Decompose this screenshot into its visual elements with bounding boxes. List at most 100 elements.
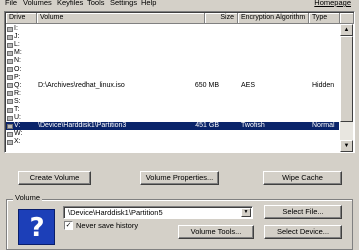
key-logo-icon: ? [18, 209, 55, 245]
drive-letter: Q: [14, 81, 22, 89]
table-row[interactable]: J: [6, 33, 339, 41]
drive-cell: Q: [6, 82, 21, 90]
vertical-scrollbar[interactable]: ▲ ▼ [340, 24, 353, 152]
drive-cell: T: [6, 106, 19, 114]
volume-tools-button[interactable]: Volume Tools... [178, 225, 254, 239]
select-device-button[interactable]: Select Device... [264, 225, 342, 239]
homepage-link[interactable]: Homepage [314, 0, 351, 8]
drive-letter: P: [14, 73, 21, 81]
menu-file[interactable]: File [5, 0, 17, 8]
drive-letter: L: [14, 41, 20, 49]
drive-letter: R: [14, 89, 21, 97]
drive-icon [7, 91, 13, 97]
scroll-thumb[interactable] [340, 36, 353, 122]
column-drive[interactable]: Drive [6, 13, 37, 24]
menu-settings[interactable]: Settings [110, 0, 137, 8]
drive-icon [7, 34, 13, 40]
volume-path-cell: D:\Archives\redhat_linux.iso [38, 81, 125, 89]
drive-letter: T: [14, 106, 20, 113]
table-row[interactable]: X: [6, 138, 339, 146]
drive-icon [7, 131, 13, 137]
table-row[interactable]: R: [6, 90, 339, 98]
table-row[interactable]: W: [6, 130, 339, 138]
drive-icon [7, 107, 13, 113]
volume-path-value: \Device\Harddisk1\Partition5 [68, 208, 163, 217]
drive-letter: O: [14, 65, 22, 73]
drive-letter: J: [14, 33, 20, 41]
table-row[interactable]: S: [6, 98, 339, 106]
drive-icon [7, 67, 13, 72]
column-type[interactable]: Type [309, 13, 340, 24]
table-row[interactable]: Q: D:\Archives\redhat_linux.iso 650 MB AES H… [6, 82, 339, 90]
column-encryption-algorithm[interactable]: Encryption Algorithm [238, 13, 309, 24]
drive-cell: L: [6, 41, 20, 49]
drive-letter: V: [14, 122, 21, 130]
drive-icon [7, 58, 13, 64]
menu-bar: File Volumes Keyfiles Tools Settings Hel… [0, 0, 359, 11]
table-row[interactable]: M: [6, 49, 339, 57]
logo-key-glyph: ? [29, 213, 45, 243]
drive-list[interactable]: Drive Volume Size Encryption Algorithm T… [4, 11, 355, 153]
drive-cell: X: [6, 138, 21, 146]
drive-letter: N: [14, 57, 21, 65]
drive-letter: M: [14, 49, 22, 57]
volume-path-cell: \Device\Harddisk1\Partition3 [38, 122, 127, 130]
drive-cell: V: [6, 122, 20, 130]
table-row[interactable]: P: [6, 74, 339, 82]
type-cell: Normal [312, 122, 335, 130]
drive-cell: O: [6, 66, 21, 74]
drive-icon [7, 50, 13, 56]
type-cell: Hidden [312, 81, 335, 89]
drive-icon [7, 83, 13, 89]
menu-tools[interactable]: Tools [87, 0, 105, 8]
drive-icon [7, 139, 13, 145]
table-row[interactable]: O: [6, 66, 339, 74]
drive-letter: I: [14, 25, 18, 32]
volume-properties-button[interactable]: Volume Properties... [140, 171, 219, 185]
wipe-cache-button[interactable]: Wipe Cache [263, 171, 342, 185]
drive-icon [7, 42, 13, 48]
scroll-down-icon[interactable]: ▼ [340, 140, 353, 152]
table-row[interactable]: T: [6, 106, 339, 114]
table-row[interactable]: V: \Device\Harddisk1\Partition3 451 GB Twof… [6, 122, 339, 131]
drive-letter: W: [14, 130, 23, 138]
algorithm-cell: AES [241, 81, 256, 89]
size-cell: 650 MB [194, 81, 219, 89]
column-size[interactable]: Size [205, 13, 238, 24]
menu-volumes[interactable]: Volumes [23, 0, 52, 8]
select-file-button[interactable]: Select File... [264, 205, 342, 219]
drive-icon [7, 115, 13, 121]
column-spacer [340, 13, 354, 24]
table-row[interactable]: U: [6, 114, 339, 122]
drive-icon [7, 99, 13, 105]
drive-icon [7, 26, 13, 32]
size-cell: 451 GB [195, 122, 219, 130]
volume-path-combo[interactable]: \Device\Harddisk1\Partition5 ▼ [63, 206, 253, 219]
drive-cell: J: [6, 33, 19, 41]
drive-cell: W: [6, 130, 22, 138]
create-volume-button[interactable]: Create Volume [18, 171, 91, 185]
chevron-down-icon[interactable]: ▼ [241, 208, 251, 217]
drive-icon [7, 123, 13, 129]
drive-cell: P: [6, 74, 21, 82]
drive-letter: S: [14, 97, 21, 105]
never-save-history-label: Never save history [76, 221, 139, 230]
scroll-up-icon[interactable]: ▲ [340, 24, 353, 36]
menu-keyfiles[interactable]: Keyfiles [57, 0, 83, 8]
drive-letter: U: [14, 114, 21, 122]
drive-cell: M: [6, 49, 22, 57]
drive-cell: I: [6, 25, 18, 33]
table-row[interactable]: I: [6, 25, 339, 33]
menu-help[interactable]: Help [141, 0, 156, 8]
list-header: Drive Volume Size Encryption Algorithm T… [6, 13, 354, 24]
never-save-history-checkbox[interactable]: ✓ [64, 221, 73, 230]
drive-cell: R: [6, 90, 21, 98]
drive-cell: U: [6, 114, 21, 122]
table-row[interactable]: L: [6, 41, 339, 49]
algorithm-cell: Twofish [241, 122, 265, 130]
table-row[interactable]: N: [6, 57, 339, 65]
drive-cell: S: [6, 98, 21, 106]
volume-group-label: Volume [13, 193, 43, 203]
drive-letter: X: [14, 138, 21, 146]
column-volume[interactable]: Volume [37, 13, 205, 24]
